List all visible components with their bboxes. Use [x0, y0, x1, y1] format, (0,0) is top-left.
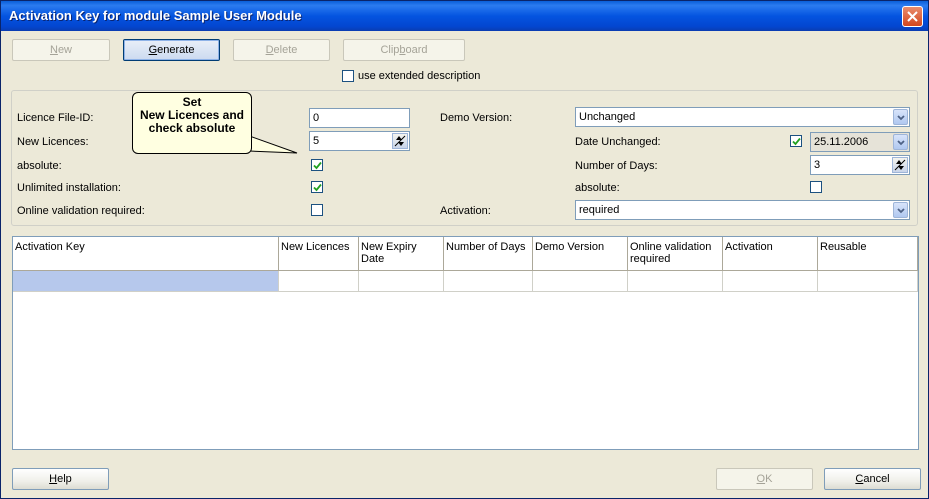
column-header-demo-version[interactable]: Demo Version [533, 237, 628, 271]
delete-button[interactable]: Delete [233, 39, 330, 61]
new-licences-spinner[interactable] [392, 133, 408, 149]
new-licences-label: New Licences: [17, 136, 89, 148]
absolute-right-checkbox[interactable] [810, 181, 822, 193]
number-of-days-input[interactable]: 3 [810, 155, 910, 175]
licence-file-id-value: 0 [313, 112, 320, 124]
grid-cell[interactable] [533, 271, 628, 292]
new-button-accesskey: N [49, 44, 58, 56]
online-validation-checkbox[interactable] [311, 204, 323, 216]
cancel-button[interactable]: Cancel [824, 468, 921, 490]
unlimited-installation-checkbox[interactable] [311, 181, 323, 193]
tooltip: Set New Licences and check absolute [132, 92, 252, 154]
help-button[interactable]: Help [12, 468, 109, 490]
column-header-activation[interactable]: Activation [723, 237, 818, 271]
grid-cell-selected[interactable] [13, 271, 279, 292]
title-bar[interactable]: Activation Key for module Sample User Mo… [1, 1, 928, 31]
generate-button[interactable]: Generate [123, 39, 220, 61]
extended-description-checkbox[interactable] [342, 70, 354, 82]
new-button-label: ew [57, 44, 72, 56]
demo-version-value: Unchanged [579, 111, 636, 123]
column-header-number-of-days[interactable]: Number of Days [444, 237, 533, 271]
grid-cell[interactable] [359, 271, 444, 292]
chevron-down-icon [897, 115, 905, 121]
activation-value: required [579, 204, 620, 216]
new-button[interactable]: New [12, 39, 110, 61]
number-of-days-label: Number of Days: [575, 160, 658, 172]
tooltip-line: check absolute [148, 121, 236, 135]
chevron-down-icon [897, 208, 905, 214]
grid-cell[interactable] [628, 271, 723, 292]
grid-cell[interactable] [444, 271, 533, 292]
demo-version-dropdown-button[interactable] [893, 109, 908, 125]
date-value: 25.11.2006 [814, 136, 869, 148]
unlimited-installation-label: Unlimited installation: [17, 182, 121, 194]
delete-button-accesskey: D [265, 44, 274, 56]
ok-button-label: K [765, 473, 773, 485]
absolute-right-label: absolute: [575, 182, 620, 194]
spinner-icon [394, 135, 406, 147]
spinner-icon [894, 159, 906, 171]
dialog-window: Activation Key for module Sample User Mo… [0, 0, 929, 499]
date-picker[interactable]: 25.11.2006 [810, 132, 910, 152]
column-header-new-expiry-date[interactable]: New Expiry Date [359, 237, 444, 271]
activation-key-grid[interactable]: Activation Key New Licences New Expiry D… [12, 236, 919, 450]
delete-button-label: elete [273, 44, 298, 56]
online-validation-label: Online validation required: [17, 205, 145, 217]
help-button-label: elp [57, 473, 72, 485]
column-header-new-licences[interactable]: New Licences [279, 237, 359, 271]
close-icon [907, 11, 918, 22]
demo-version-select[interactable]: Unchanged [575, 107, 910, 127]
checkmark-icon [313, 161, 322, 170]
window-title: Activation Key for module Sample User Mo… [9, 8, 302, 23]
column-header-online-validation[interactable]: Online validation required [628, 237, 723, 271]
ok-button-accesskey: O [756, 473, 766, 485]
licence-file-id-input[interactable]: 0 [309, 108, 410, 128]
new-licences-input[interactable]: 5 [309, 131, 410, 151]
grid-cell[interactable] [723, 271, 818, 292]
activation-label: Activation: [440, 205, 491, 217]
clipboard-button[interactable]: Clipboard [343, 39, 465, 61]
checkmark-icon [792, 137, 801, 146]
licence-file-id-label: Licence File-ID: [17, 112, 94, 124]
cancel-button-label: ancel [863, 473, 890, 485]
column-header-activation-key[interactable]: Activation Key [13, 237, 279, 271]
clipboard-button-label-b: oard [405, 44, 428, 56]
generate-button-label: enerate [157, 44, 195, 56]
column-header-reusable[interactable]: Reusable [818, 237, 918, 271]
absolute-label: absolute: [17, 160, 62, 172]
generate-button-accesskey: G [148, 44, 158, 56]
close-button[interactable] [902, 6, 923, 27]
date-unchanged-label: Date Unchanged: [575, 136, 661, 148]
activation-dropdown-button[interactable] [893, 202, 908, 218]
checkmark-icon [313, 183, 322, 192]
number-of-days-value: 3 [814, 159, 821, 171]
new-licences-value: 5 [313, 135, 320, 147]
extended-description-label: use extended description [358, 70, 481, 82]
ok-button[interactable]: OK [716, 468, 813, 490]
date-dropdown-button[interactable] [893, 134, 908, 150]
help-button-accesskey: H [49, 473, 58, 485]
absolute-checkbox[interactable] [311, 159, 323, 171]
grid-cell[interactable] [279, 271, 359, 292]
activation-select[interactable]: required [575, 200, 910, 220]
grid-cell[interactable] [818, 271, 918, 292]
chevron-down-icon [897, 140, 905, 146]
clipboard-button-label-a: Clip [380, 44, 400, 56]
number-of-days-spinner[interactable] [892, 157, 908, 173]
demo-version-label: Demo Version: [440, 112, 513, 124]
date-unchanged-checkbox[interactable] [790, 135, 802, 147]
